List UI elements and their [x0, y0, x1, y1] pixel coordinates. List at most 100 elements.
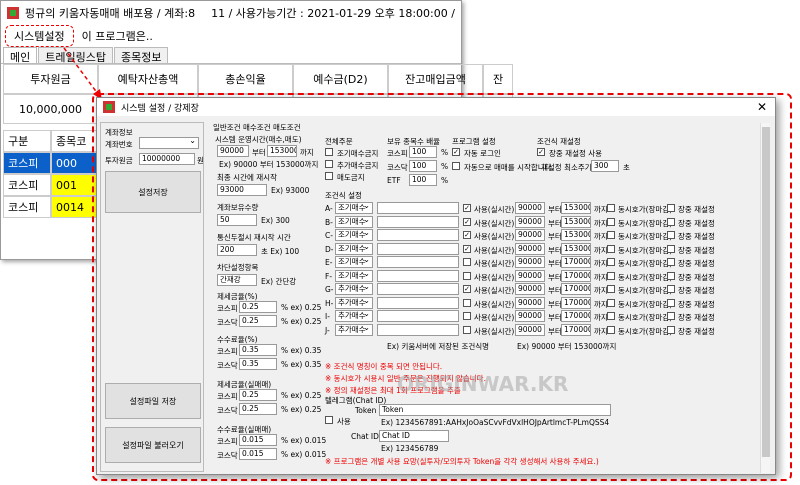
cond-type-select[interactable]: 조기매수 [335, 201, 373, 214]
entire-opt-checkbox[interactable] [325, 160, 333, 168]
cond-type-select[interactable]: 추가매수 [335, 309, 373, 322]
cond-night-checkbox[interactable] [667, 204, 675, 212]
chat-input[interactable]: Chat ID [379, 430, 449, 442]
cond-night-checkbox[interactable] [667, 258, 675, 266]
cond-to-input[interactable]: 170000 [561, 283, 591, 295]
cond-to-input[interactable]: 170000 [561, 296, 591, 309]
fee2-kosdaq-input[interactable]: 0.35 [239, 358, 277, 370]
save-settings-button[interactable]: 설정저장 [105, 171, 201, 213]
cond-name-input[interactable] [377, 283, 459, 295]
cond-to-input[interactable]: 170000 [561, 269, 591, 282]
tab-main[interactable]: 메인 [3, 47, 38, 64]
cond-night-checkbox[interactable] [667, 325, 675, 334]
cond-same-checkbox[interactable] [607, 312, 615, 320]
cond-type-select[interactable]: 조기매수 [335, 215, 373, 228]
comm-input[interactable]: 200 [217, 244, 257, 256]
cond-name-input[interactable] [377, 229, 459, 241]
interval-input[interactable]: 300 [591, 160, 619, 172]
hold-etf-input[interactable]: 100 [409, 174, 437, 186]
fee4-kospi-input[interactable]: 0.015 [239, 434, 277, 446]
cond-name-input[interactable] [377, 269, 459, 282]
cond-name-input[interactable] [377, 242, 459, 255]
fee-kospi-input[interactable]: 0.25 [239, 301, 277, 313]
cond-same-checkbox[interactable] [607, 244, 615, 253]
hold-input[interactable]: 50 [217, 214, 257, 226]
cond-same-checkbox[interactable] [607, 285, 615, 293]
cond-from-input[interactable]: 90000 [515, 296, 545, 309]
entire-opt-checkbox[interactable] [325, 148, 333, 156]
cond-type-select[interactable]: 추가매수 [335, 282, 373, 295]
cond-name-input[interactable] [377, 256, 459, 268]
telegram-use-checkbox[interactable] [325, 416, 333, 424]
cond-type-select[interactable]: 추가매수 [335, 323, 373, 336]
scroll-thumb[interactable] [762, 127, 770, 457]
cond-use-checkbox[interactable]: ✓ [463, 204, 471, 212]
fee2-kospi-input[interactable]: 0.35 [239, 344, 277, 356]
cond-night-checkbox[interactable] [667, 285, 675, 293]
max-time-input[interactable]: 93000 [217, 184, 267, 196]
cond-same-checkbox[interactable] [607, 325, 615, 334]
cond-to-input[interactable]: 170000 [561, 310, 591, 322]
cond-from-input[interactable]: 90000 [515, 242, 545, 255]
token-input[interactable]: Token [379, 404, 611, 416]
cond-use-checkbox[interactable] [463, 325, 471, 334]
run-to-input[interactable]: 153000 [267, 145, 297, 157]
menu-about[interactable]: 이 프로그램은.. [74, 26, 161, 46]
auto-login-checkbox[interactable]: ✓ [452, 148, 460, 156]
cond-to-input[interactable]: 170000 [561, 256, 591, 268]
cond-to-input[interactable]: 153000 [561, 202, 591, 214]
cond-to-input[interactable]: 153000 [561, 242, 591, 255]
cond-same-checkbox[interactable] [607, 231, 615, 239]
cond-from-input[interactable]: 90000 [515, 310, 545, 322]
hold-kospi-input[interactable]: 100 [409, 146, 437, 158]
fee4-kosdaq-input[interactable]: 0.015 [239, 448, 277, 460]
cond-same-checkbox[interactable] [607, 271, 615, 280]
cond-night-checkbox[interactable] [667, 312, 675, 320]
cond-use-checkbox[interactable] [463, 271, 471, 280]
cond-type-select[interactable]: 조기매수 [335, 255, 373, 268]
cond-use-checkbox[interactable]: ✓ [463, 244, 471, 253]
cond-night-checkbox[interactable] [667, 298, 675, 307]
tab-sell[interactable]: 매도조건 [273, 122, 301, 133]
cond-item-input[interactable]: 간재강 [217, 274, 257, 286]
auto-start-checkbox[interactable] [452, 162, 460, 170]
tab-buy[interactable]: 매수조건 [243, 122, 271, 133]
cond-from-input[interactable]: 90000 [515, 269, 545, 282]
cond-from-input[interactable]: 90000 [515, 256, 545, 268]
fee3-kosdaq-input[interactable]: 0.25 [239, 403, 277, 415]
cond-from-input[interactable]: 90000 [515, 323, 545, 336]
cond-name-input[interactable] [377, 202, 459, 214]
cond-use-checkbox[interactable] [463, 312, 471, 320]
principal-input[interactable]: 10000000 [139, 153, 195, 165]
run-from-input[interactable]: 90000 [217, 145, 249, 157]
hold-kosdaq-input[interactable]: 100 [409, 160, 437, 172]
cond-night-checkbox[interactable] [667, 231, 675, 239]
cond-same-checkbox[interactable] [607, 217, 615, 226]
menu-system-settings[interactable]: 시스템설정 [5, 25, 74, 47]
cond-name-input[interactable] [377, 215, 459, 228]
cond-from-input[interactable]: 90000 [515, 202, 545, 214]
tab-stock-info[interactable]: 종목정보 [113, 47, 169, 64]
account-no-select[interactable] [139, 136, 199, 149]
cond-use-checkbox[interactable] [463, 298, 471, 307]
scrollbar[interactable] [760, 123, 770, 473]
fee3-kospi-input[interactable]: 0.25 [239, 389, 277, 401]
cond-night-checkbox[interactable] [667, 217, 675, 226]
cond-from-input[interactable]: 90000 [515, 283, 545, 295]
cond-name-input[interactable] [377, 323, 459, 336]
cond-to-input[interactable]: 170000 [561, 323, 591, 336]
cond-use-checkbox[interactable] [463, 258, 471, 266]
cond-use-checkbox[interactable]: ✓ [463, 217, 471, 226]
fee-kosdaq-input[interactable]: 0.25 [239, 315, 277, 327]
cond-to-input[interactable]: 153000 [561, 215, 591, 228]
cond-night-checkbox[interactable] [667, 271, 675, 280]
cond-name-input[interactable] [377, 296, 459, 309]
cond-from-input[interactable]: 90000 [515, 215, 545, 228]
entire-opt-checkbox[interactable] [325, 172, 333, 180]
cond-to-input[interactable]: 153000 [561, 229, 591, 241]
cond-use-checkbox[interactable]: ✓ [463, 285, 471, 293]
cond-type-select[interactable]: 조기매수 [335, 228, 373, 241]
load-file-button[interactable]: 설정파일 불러오기 [105, 427, 201, 463]
cond-type-select[interactable]: 조기매수 [335, 242, 373, 255]
cond-same-checkbox[interactable] [607, 204, 615, 212]
